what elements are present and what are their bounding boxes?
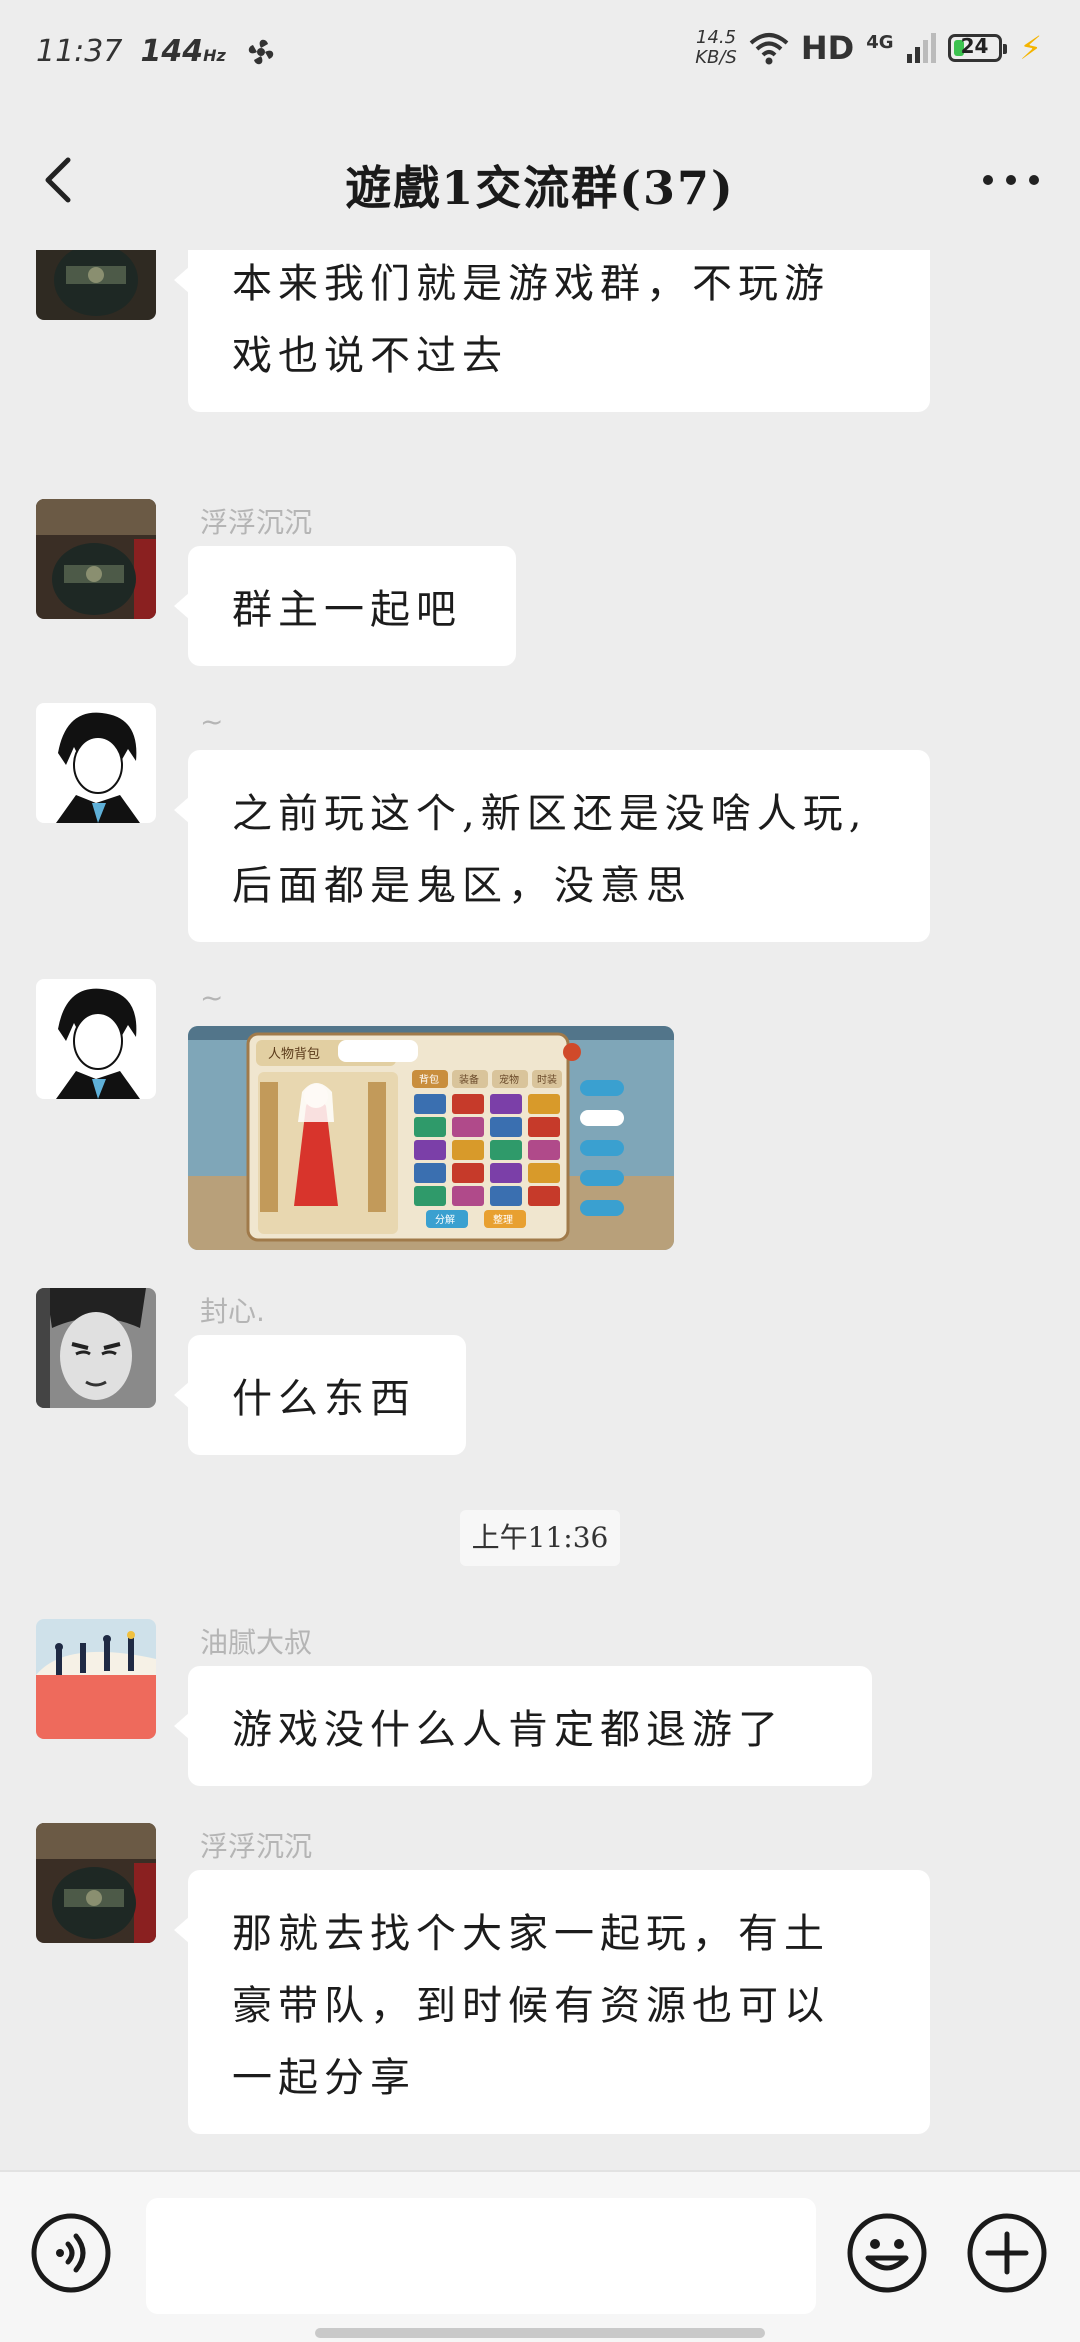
nickname: 浮浮沉沉 bbox=[200, 1830, 313, 1863]
fan-icon bbox=[248, 39, 274, 64]
message-line: 戏也说不过去 bbox=[232, 333, 508, 379]
signal-icon bbox=[906, 33, 936, 63]
game-item-slot bbox=[452, 1186, 484, 1206]
game-button-sort: 整理 bbox=[493, 1213, 513, 1226]
game-item-slot bbox=[414, 1117, 446, 1137]
message-line: 豪带队，到时候有资源也可以 bbox=[232, 1983, 830, 2029]
game-item-slot bbox=[414, 1140, 446, 1160]
network-speed: 14.5 KB/S bbox=[695, 28, 737, 68]
message-line: 后面都是鬼区，没意思 bbox=[232, 863, 692, 909]
nickname: 封心. bbox=[200, 1295, 265, 1328]
message-line: 一起分享 bbox=[232, 2055, 416, 2101]
message-input[interactable] bbox=[146, 2198, 816, 2314]
message-bubble[interactable]: 那就去找个大家一起玩，有土 豪带队，到时候有资源也可以 一起分享 bbox=[174, 1870, 930, 2134]
clock: 11:37 bbox=[36, 34, 123, 69]
game-item-slot bbox=[528, 1163, 560, 1183]
avatar[interactable] bbox=[36, 1823, 156, 1943]
message-bubble[interactable]: 群主一起吧 bbox=[174, 546, 516, 666]
refresh-rate: 144Hz bbox=[140, 34, 225, 69]
game-item-slot bbox=[528, 1140, 560, 1160]
wifi-icon bbox=[749, 33, 789, 65]
plus-icon[interactable] bbox=[966, 2212, 1048, 2294]
game-tab-outfit: 时装 bbox=[537, 1073, 557, 1086]
message-line: 群主一起吧 bbox=[232, 587, 462, 633]
emoji-icon[interactable] bbox=[846, 2212, 928, 2294]
hd-indicator: HD bbox=[800, 29, 855, 67]
message-bubble[interactable]: 之前玩这个,新区还是没啥人玩, 后面都是鬼区，没意思 bbox=[174, 750, 930, 942]
game-item-slot bbox=[452, 1117, 484, 1137]
avatar[interactable] bbox=[36, 499, 156, 619]
message-bubble[interactable]: 本来我们就是游戏群，不玩游 戏也说不过去 bbox=[174, 250, 930, 412]
game-item-slot bbox=[490, 1094, 522, 1114]
nickname: ~ bbox=[200, 981, 224, 1014]
refresh-rate-value: 144 bbox=[140, 34, 204, 69]
game-item-slot bbox=[490, 1140, 522, 1160]
nickname: ~ bbox=[200, 705, 224, 738]
avatar[interactable] bbox=[36, 1619, 156, 1739]
game-screenshot-image[interactable]: 人物背包 背包 装备 宠物 时装 分解 整理 bbox=[188, 1026, 674, 1250]
game-tab-equip: 装备 bbox=[459, 1073, 479, 1086]
message-bubble[interactable]: 什么东西 bbox=[174, 1335, 466, 1455]
status-bar: 11:37 144Hz 14.5 KB/S HD 4G 24 ⚡ bbox=[0, 0, 1080, 110]
game-item-slot bbox=[528, 1094, 560, 1114]
game-item-slot bbox=[452, 1163, 484, 1183]
chat-header: 遊戲1交流群(37) bbox=[0, 110, 1080, 250]
chat-area[interactable]: 本来我们就是游戏群，不玩游 戏也说不过去 浮浮沉沉 群主一起吧 ~ 之前玩这个,… bbox=[0, 250, 1080, 2170]
input-bar bbox=[0, 2170, 1080, 2342]
nickname: 油腻大叔 bbox=[200, 1626, 313, 1659]
home-indicator[interactable] bbox=[315, 2328, 765, 2338]
battery-percent: 24 bbox=[960, 34, 989, 58]
message-line: 什么东西 bbox=[232, 1376, 416, 1422]
game-button-disassemble: 分解 bbox=[435, 1213, 455, 1226]
game-item-slot bbox=[414, 1094, 446, 1114]
avatar[interactable] bbox=[36, 703, 156, 823]
game-item-slot bbox=[452, 1140, 484, 1160]
game-item-slot bbox=[414, 1186, 446, 1206]
message-line: 之前玩这个,新区还是没啥人玩, bbox=[232, 791, 868, 837]
message-line: 游戏没什么人肯定都退游了 bbox=[232, 1707, 784, 1753]
message-line: 本来我们就是游戏群，不玩游 bbox=[232, 261, 830, 307]
avatar[interactable] bbox=[36, 979, 156, 1099]
game-panel-title: 人物背包 bbox=[268, 1046, 320, 1061]
avatar[interactable] bbox=[36, 1288, 156, 1408]
refresh-rate-unit: Hz bbox=[203, 46, 226, 65]
time-separator: 上午11:36 bbox=[460, 1510, 620, 1566]
avatar[interactable] bbox=[36, 250, 156, 320]
game-tab-pet: 宠物 bbox=[499, 1073, 519, 1086]
network-type: 4G bbox=[866, 32, 894, 53]
game-item-slot bbox=[414, 1163, 446, 1183]
game-item-slot bbox=[490, 1163, 522, 1183]
game-item-slot bbox=[452, 1094, 484, 1114]
message-bubble[interactable]: 游戏没什么人肯定都退游了 bbox=[174, 1666, 872, 1786]
game-item-slot bbox=[528, 1117, 560, 1137]
page-title: 遊戲1交流群(37) bbox=[345, 161, 735, 215]
game-tab-bag: 背包 bbox=[419, 1073, 439, 1086]
game-item-slot bbox=[490, 1186, 522, 1206]
voice-icon[interactable] bbox=[30, 2212, 112, 2294]
network-speed-unit: KB/S bbox=[695, 47, 737, 68]
game-item-slot bbox=[490, 1117, 522, 1137]
status-left: 11:37 144Hz bbox=[36, 34, 278, 69]
game-item-slot bbox=[528, 1186, 560, 1206]
network-speed-value: 14.5 bbox=[696, 27, 737, 48]
nickname: 浮浮沉沉 bbox=[200, 506, 313, 539]
battery-icon: 24 bbox=[947, 34, 1007, 62]
message-line: 那就去找个大家一起玩，有土 bbox=[232, 1911, 830, 1957]
more-dots-icon[interactable] bbox=[976, 150, 1046, 210]
status-right: 14.5 KB/S HD 4G 24 ⚡ bbox=[695, 28, 1042, 68]
charging-icon: ⚡ bbox=[1019, 29, 1042, 67]
